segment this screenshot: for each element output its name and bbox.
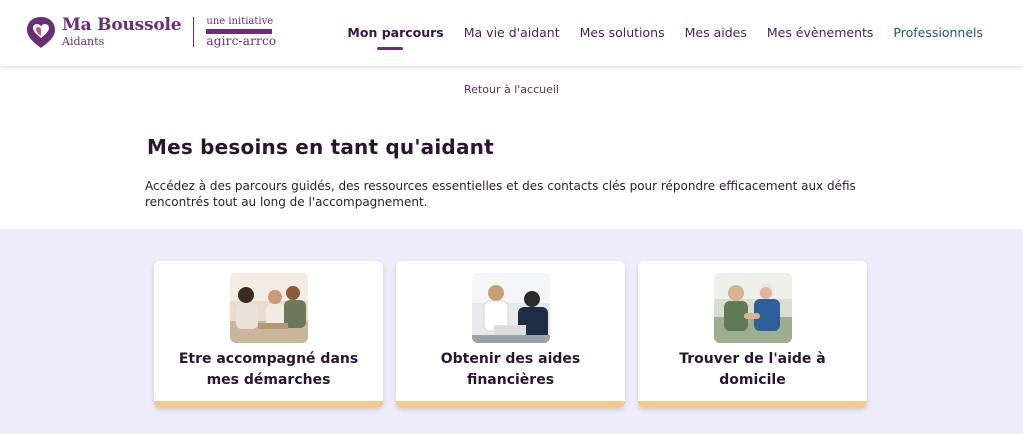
nav-item-professionnels[interactable]: Professionnels xyxy=(893,25,983,40)
nav-item-mes-aides[interactable]: Mes aides xyxy=(685,25,747,40)
brand-tagline: Aidants xyxy=(62,35,105,48)
nav-item-mes-solutions[interactable]: Mes solutions xyxy=(580,25,665,40)
partner-logo: une initiative agirc-arrco xyxy=(206,17,276,47)
partner-intro: une initiative xyxy=(206,16,274,27)
nav-item-mon-parcours[interactable]: Mon parcours xyxy=(347,25,444,50)
card-image-caregiver xyxy=(714,273,792,343)
partner-bar xyxy=(206,29,273,34)
card-accompagnement[interactable]: Etre accompagné dans mes démarches xyxy=(154,261,383,408)
nav-item-ma-vie-d-aidant[interactable]: Ma vie d'aidant xyxy=(464,25,560,40)
meeting-photo-icon xyxy=(472,273,550,343)
card-image-meeting xyxy=(472,273,550,343)
main-nav: Mon parcours Ma vie d'aidant Mes solutio… xyxy=(327,25,983,50)
page-title: Mes besoins en tant qu'aidant xyxy=(147,135,494,159)
partner-name: agirc-arrco xyxy=(206,34,277,48)
card-aide-domicile[interactable]: Trouver de l'aide à domicile xyxy=(638,261,867,408)
card-label: Obtenir des aides financières xyxy=(440,351,581,388)
back-to-home-link[interactable]: Retour à l'accueil xyxy=(0,83,1023,96)
site-logo[interactable]: Ma Boussole Aidants une initiative agirc… xyxy=(24,14,276,50)
caregiver-photo-icon xyxy=(714,273,792,343)
site-header: Ma Boussole Aidants une initiative agirc… xyxy=(0,0,1023,66)
brand-name: Ma Boussole xyxy=(62,15,182,35)
card-accent-bar xyxy=(396,401,625,408)
family-photo-icon xyxy=(230,273,308,343)
card-label: Etre accompagné dans mes démarches xyxy=(178,351,359,388)
page-description: Accédez à des parcours guidés, des resso… xyxy=(145,179,856,209)
nav-item-mes-evenements[interactable]: Mes évènements xyxy=(767,25,874,40)
card-accent-bar xyxy=(638,401,867,408)
card-image-family xyxy=(230,273,308,343)
card-label: Trouver de l'aide à domicile xyxy=(679,351,826,388)
logo-divider xyxy=(193,17,195,47)
card-aides-financieres[interactable]: Obtenir des aides financières xyxy=(396,261,625,408)
card-accent-bar xyxy=(154,401,383,408)
map-pin-heart-icon xyxy=(27,17,55,48)
